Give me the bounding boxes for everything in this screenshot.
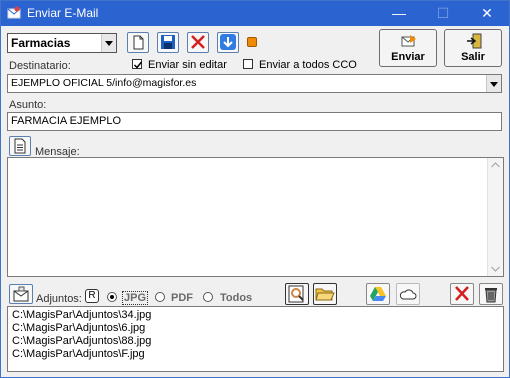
format-label-jpg: JPG — [122, 291, 149, 305]
attach-file-button[interactable] — [9, 284, 33, 304]
format-radio-pdf[interactable] — [155, 292, 165, 302]
format-label-pdf: PDF — [171, 292, 193, 304]
send-button[interactable]: Enviar — [379, 29, 437, 67]
checkmark-icon — [133, 61, 143, 69]
window-title: Enviar E-Mail — [27, 6, 99, 20]
cloud-button[interactable] — [396, 283, 420, 305]
delete-x-icon — [191, 35, 205, 49]
google-drive-icon — [370, 287, 386, 301]
send-without-edit-label: Enviar sin editar — [148, 59, 227, 71]
attachment-item[interactable]: C:\MagisPar\Adjuntos\34.jpg — [12, 309, 151, 321]
attachment-item[interactable]: C:\MagisPar\Adjuntos\F.jpg — [12, 348, 145, 360]
download-button[interactable] — [217, 32, 239, 53]
recipient-value: EJEMPLO OFICIAL 5/info@magisfor.es — [11, 77, 197, 89]
attachments-list[interactable]: C:\MagisPar\Adjuntos\34.jpg C:\MagisPar\… — [7, 306, 504, 372]
attachment-item[interactable]: C:\MagisPar\Adjuntos\88.jpg — [12, 335, 151, 347]
title-bar: Enviar E-Mail — ☐ ✕ — [1, 1, 509, 26]
arrow-down-icon — [220, 34, 236, 50]
new-document-icon — [133, 35, 144, 50]
send-button-label: Enviar — [391, 51, 425, 63]
save-button[interactable] — [157, 32, 179, 53]
send-all-cco-checkbox[interactable] — [243, 59, 253, 69]
subject-input[interactable]: FARMACIA EJEMPLO — [7, 112, 502, 131]
close-window-button[interactable]: ✕ — [465, 1, 509, 26]
trash-button[interactable] — [479, 283, 503, 305]
maximize-button[interactable]: ☐ — [421, 1, 465, 26]
group-select[interactable]: Farmacias — [7, 33, 117, 53]
folder-open-icon — [315, 288, 335, 301]
format-radio-todos[interactable] — [203, 292, 213, 302]
format-label-todos: Todos — [220, 292, 253, 304]
document-lines-icon — [14, 138, 26, 154]
subject-value: FARMACIA EJEMPLO — [11, 115, 122, 127]
floppy-disk-icon — [161, 35, 175, 49]
send-mail-icon — [401, 35, 416, 47]
google-drive-button[interactable] — [366, 283, 390, 305]
attachment-icon — [13, 286, 29, 302]
format-radio-jpg[interactable] — [107, 292, 117, 302]
chevron-down-icon[interactable] — [101, 34, 116, 52]
status-indicator-icon — [247, 37, 257, 47]
message-scrollbar[interactable] — [487, 158, 503, 276]
send-all-cco-label: Enviar a todos CCO — [259, 59, 357, 71]
subject-label: Asunto: — [9, 99, 47, 111]
attachments-label: Adjuntos: — [36, 293, 82, 305]
message-template-button[interactable] — [9, 136, 31, 156]
delete-button[interactable] — [187, 32, 209, 53]
email-window: Enviar E-Mail — ☐ ✕ Farmacias Enviar Sal… — [0, 0, 510, 378]
open-folder-button[interactable] — [313, 283, 337, 305]
magnifier-icon — [288, 285, 304, 303]
delete-x-icon — [455, 286, 469, 301]
cloud-icon — [399, 289, 417, 300]
remove-attachment-button[interactable] — [450, 283, 474, 305]
new-document-button[interactable] — [127, 32, 149, 53]
r-toggle-button[interactable]: R — [85, 289, 99, 303]
scroll-down-icon[interactable] — [491, 266, 500, 272]
message-textarea[interactable] — [7, 157, 504, 277]
preview-attachment-button[interactable] — [285, 283, 309, 305]
send-without-edit-checkbox[interactable] — [132, 59, 143, 69]
mail-app-icon — [7, 6, 21, 19]
exit-button-label: Salir — [461, 51, 485, 63]
minimize-button[interactable]: — — [377, 1, 421, 26]
exit-door-icon — [467, 33, 482, 49]
exit-button[interactable]: Salir — [444, 29, 502, 67]
group-select-value: Farmacias — [11, 36, 71, 50]
attachment-item[interactable]: C:\MagisPar\Adjuntos\6.jpg — [12, 322, 145, 334]
chevron-down-icon[interactable] — [486, 75, 501, 92]
recipient-label: Destinatario: — [9, 60, 71, 72]
recipient-select[interactable]: EJEMPLO OFICIAL 5/info@magisfor.es — [7, 74, 502, 93]
r-toggle-label: R — [88, 290, 96, 301]
trash-icon — [485, 288, 497, 303]
scroll-up-icon[interactable] — [491, 162, 500, 168]
